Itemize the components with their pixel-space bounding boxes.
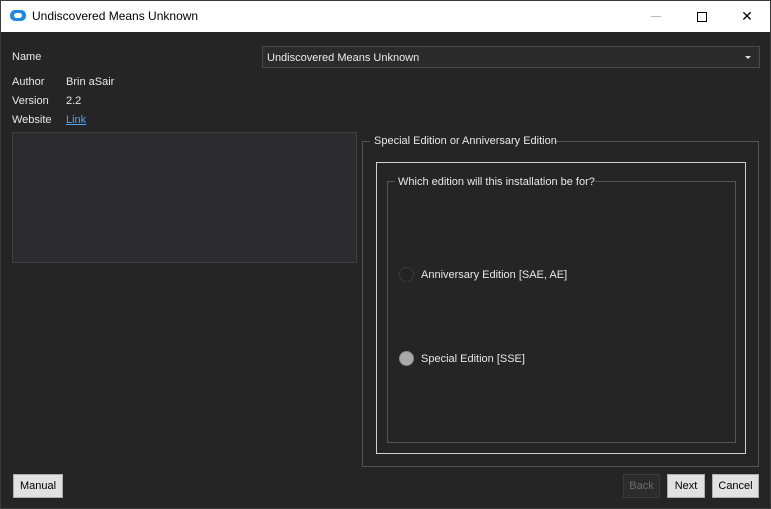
radio-special-edition[interactable]: Special Edition [SSE] <box>399 351 525 366</box>
groupbox-border <box>554 141 759 142</box>
question-groupbox <box>387 181 736 443</box>
radio-label: Anniversary Edition [SAE, AE] <box>421 268 568 281</box>
manual-button[interactable]: Manual <box>13 474 63 498</box>
maximize-icon <box>697 11 707 22</box>
app-cloud-icon <box>10 10 26 21</box>
close-icon: ✕ <box>741 8 753 24</box>
radio-button-checked[interactable] <box>399 351 414 366</box>
groupbox-border <box>595 181 736 182</box>
radio-label: Special Edition [SSE] <box>421 352 525 365</box>
question-title: Which edition will this installation be … <box>398 176 595 188</box>
groupbox-border <box>387 181 395 182</box>
installer-window: Undiscovered Means Unknown ✕ Name Undisc… <box>0 0 771 509</box>
name-dropdown-value: Undiscovered Means Unknown <box>267 52 420 64</box>
minimize-icon <box>651 16 661 17</box>
maximize-button[interactable] <box>679 1 725 32</box>
window-title: Undiscovered Means Unknown <box>32 9 199 23</box>
name-dropdown[interactable]: Undiscovered Means Unknown <box>262 46 760 68</box>
author-value: Brin aSair <box>66 76 115 88</box>
next-button[interactable]: Next <box>667 474 705 498</box>
website-link[interactable]: Link <box>66 114 86 126</box>
groupbox-border <box>362 141 370 142</box>
radio-anniversary-edition[interactable]: Anniversary Edition [SAE, AE] <box>399 267 567 282</box>
minimize-button[interactable] <box>633 1 679 32</box>
author-label: Author <box>12 76 45 88</box>
website-label: Website <box>12 114 52 126</box>
mod-image-panel <box>12 132 357 263</box>
close-button[interactable]: ✕ <box>724 1 770 32</box>
version-label: Version <box>12 95 49 107</box>
name-label: Name <box>12 51 42 63</box>
back-button[interactable]: Back <box>623 474 660 498</box>
edition-group-title: Special Edition or Anniversary Edition <box>374 135 557 147</box>
title-bar: Undiscovered Means Unknown ✕ <box>1 1 770 32</box>
radio-button-unchecked[interactable] <box>399 267 414 282</box>
version-value: 2.2 <box>66 95 82 107</box>
cancel-button[interactable]: Cancel <box>712 474 759 498</box>
chevron-down-icon <box>745 56 751 59</box>
